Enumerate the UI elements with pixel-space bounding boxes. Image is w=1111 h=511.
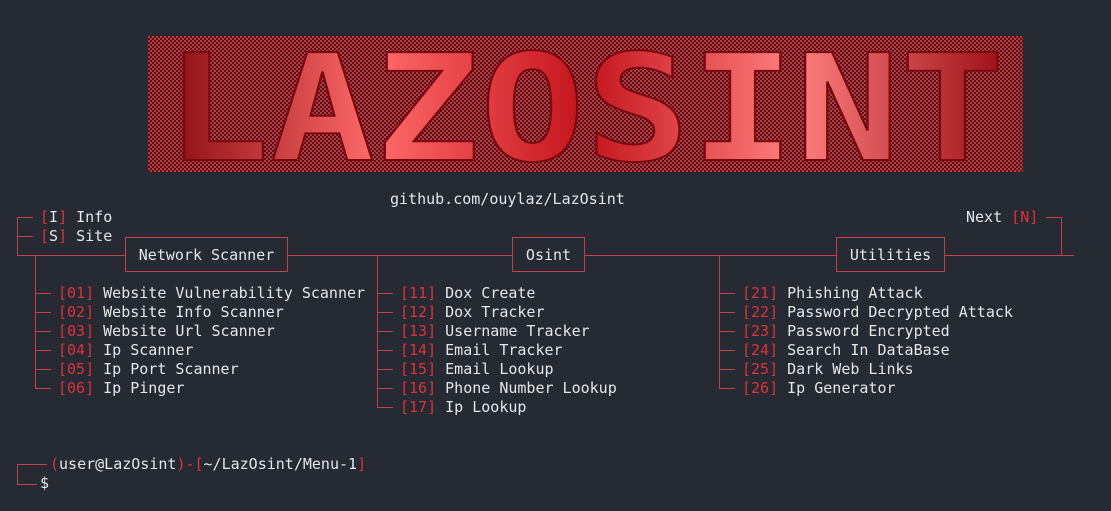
next-option[interactable]: Next [N]: [966, 208, 1038, 227]
menu-item[interactable]: [01] Website Vulnerability Scanner: [58, 284, 365, 303]
tree-branch: [35, 369, 51, 370]
lazosint-logo: LAZOSINT: [148, 36, 1023, 172]
tree-branch: [377, 331, 393, 332]
site-option[interactable]: [S] Site: [40, 227, 112, 246]
shell-prompt: (user@LazOsint)-[~/LazOsint/Menu-1]: [50, 455, 367, 473]
tree-branch: [35, 293, 51, 294]
menu-item[interactable]: [23] Password Encrypted: [742, 322, 950, 341]
menu-item[interactable]: [12] Dox Tracker: [400, 303, 545, 322]
info-option[interactable]: [I] Info: [40, 208, 112, 227]
banner-text: LAZOSINT: [165, 36, 1005, 172]
tree-line: [1061, 217, 1062, 256]
section-utilities: Utilities: [836, 237, 945, 272]
tree-line: [17, 464, 47, 465]
menu-item[interactable]: [02] Website Info Scanner: [58, 303, 284, 322]
tree-branch: [35, 331, 51, 332]
menu-item[interactable]: [03] Website Url Scanner: [58, 322, 275, 341]
menu-item[interactable]: [15] Email Lookup: [400, 360, 554, 379]
tree-branch: [719, 369, 735, 370]
tree-branch: [35, 388, 51, 389]
menu-item[interactable]: [22] Password Decrypted Attack: [742, 303, 1013, 322]
prompt-user: user@LazOsint: [59, 455, 177, 473]
repo-url: github.com/ouylaz/LazOsint: [390, 190, 625, 208]
menu-item[interactable]: [06] Ip Pinger: [58, 379, 184, 398]
tree-branch: [719, 388, 735, 389]
menu-item[interactable]: [16] Phone Number Lookup: [400, 379, 617, 398]
menu-item[interactable]: [04] Ip Scanner: [58, 341, 193, 360]
tree-branch: [377, 407, 393, 408]
menu-item[interactable]: [14] Email Tracker: [400, 341, 563, 360]
menu-item[interactable]: [25] Dark Web Links: [742, 360, 914, 379]
tree-line: [17, 464, 18, 484]
menu-item[interactable]: [13] Username Tracker: [400, 322, 590, 341]
section-network-scanner: Network Scanner: [125, 237, 288, 272]
tree-branch: [719, 350, 735, 351]
menu-item[interactable]: [26] Ip Generator: [742, 379, 896, 398]
menu-item[interactable]: [11] Dox Create: [400, 284, 535, 303]
menu-item[interactable]: [21] Phishing Attack: [742, 284, 923, 303]
tree-line: [1046, 217, 1061, 218]
tree-branch: [377, 388, 393, 389]
tree-branch: [377, 369, 393, 370]
tree-branch: [377, 350, 393, 351]
tree-branch: [719, 331, 735, 332]
prompt-path: ~/LazOsint/Menu-1: [203, 455, 358, 473]
menu-item[interactable]: [17] Ip Lookup: [400, 398, 526, 417]
tree-line: [377, 256, 378, 408]
prompt-input[interactable]: $: [40, 474, 49, 493]
tree-branch: [719, 312, 735, 313]
tree-branch: [377, 312, 393, 313]
tree-line: [17, 236, 33, 237]
menu-item[interactable]: [05] Ip Port Scanner: [58, 360, 239, 379]
tree-branch: [35, 350, 51, 351]
tree-line: [17, 217, 33, 218]
tree-branch: [377, 293, 393, 294]
menu-item[interactable]: [24] Search In DataBase: [742, 341, 950, 360]
tree-line: [17, 484, 37, 485]
tree-branch: [35, 312, 51, 313]
section-osint: Osint: [512, 237, 585, 272]
tree-branch: [719, 293, 735, 294]
